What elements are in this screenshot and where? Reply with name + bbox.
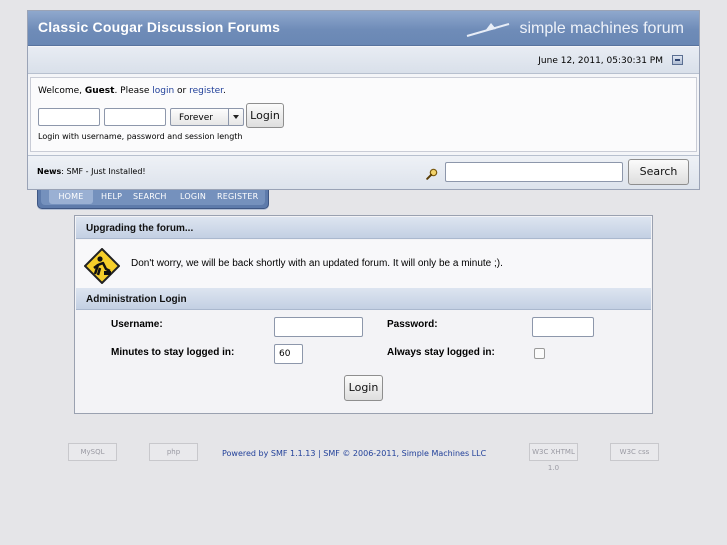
forum-header: Classic Cougar Discussion Forums simple …: [27, 10, 700, 190]
guest-name: Guest: [84, 86, 115, 96]
session-length-select[interactable]: Forever: [170, 108, 244, 126]
tab-search[interactable]: SEARCH: [133, 192, 167, 201]
chevron-down-icon[interactable]: [228, 109, 243, 125]
password-input[interactable]: [532, 317, 594, 337]
always-logged-in-checkbox[interactable]: [534, 348, 545, 359]
tab-help[interactable]: HELP: [101, 192, 122, 201]
welcome-prefix: Welcome,: [38, 86, 85, 96]
forum-title[interactable]: Classic Cougar Discussion Forums: [38, 19, 280, 35]
news-label: News: [37, 167, 62, 176]
login-panel: Welcome, Guest. Please login or register…: [30, 77, 697, 152]
menu-tabs: HOME HELP SEARCH LOGIN REGISTER: [41, 190, 265, 205]
main-menu: HOME HELP SEARCH LOGIN REGISTER: [37, 190, 269, 209]
maintenance-panel: Upgrading the forum... Don't worry, we w…: [74, 215, 653, 414]
upgrade-title: Upgrading the forum...: [76, 217, 651, 239]
news-bar: News: SMF - Just Installed! Search: [28, 155, 699, 189]
construction-warning-icon: [84, 248, 120, 284]
title-bar: Classic Cougar Discussion Forums simple …: [28, 11, 699, 46]
current-date: June 12, 2011, 05:30:31 PM: [538, 56, 663, 66]
minutes-label: Minutes to stay logged in:: [111, 347, 235, 358]
xhtml-badge[interactable]: W3C XHTML 1.0: [529, 443, 578, 472]
news-text: News: SMF - Just Installed!: [37, 167, 146, 176]
welcome-or: or: [174, 86, 190, 96]
admin-login-button[interactable]: Login: [344, 375, 383, 401]
upgrade-message: Don't worry, we will be back shortly wit…: [131, 258, 503, 269]
footer: MySQL php Powered by SMF 1.1.13 | SMF © …: [0, 440, 727, 472]
date-bar: June 12, 2011, 05:30:31 PM: [28, 47, 699, 74]
admin-login-form: Username: Password: Minutes to stay logg…: [76, 311, 651, 411]
always-logged-in-label: Always stay logged in:: [387, 347, 495, 358]
css-badge[interactable]: W3C css: [610, 443, 659, 461]
tab-login[interactable]: LOGIN: [180, 192, 206, 201]
minutes-input[interactable]: 60: [274, 344, 303, 364]
admin-login-title: Administration Login: [76, 288, 651, 310]
collapse-icon[interactable]: [672, 55, 683, 65]
username-input[interactable]: [274, 317, 363, 337]
password-label: Password:: [387, 319, 438, 330]
search-input[interactable]: [445, 162, 623, 182]
session-length-value: Forever: [179, 113, 213, 123]
php-badge[interactable]: php: [149, 443, 198, 461]
smf-logo-icon: [466, 23, 510, 37]
quick-login-button[interactable]: Login: [246, 103, 284, 128]
welcome-period: .: [223, 86, 226, 96]
tab-register[interactable]: REGISTER: [217, 192, 258, 201]
tab-home[interactable]: HOME: [49, 190, 93, 204]
register-link[interactable]: register: [189, 86, 223, 96]
username-label: Username:: [111, 319, 163, 330]
search-button[interactable]: Search: [628, 159, 689, 185]
upgrade-message-row: Don't worry, we will be back shortly wit…: [76, 240, 651, 288]
quick-password-input[interactable]: [104, 108, 166, 126]
powered-by-link[interactable]: Powered by SMF 1.1.13 | SMF © 2006-2011,…: [222, 449, 486, 458]
smf-logo[interactable]: simple machines forum: [520, 20, 685, 38]
quick-username-input[interactable]: [38, 108, 100, 126]
mysql-badge[interactable]: MySQL: [68, 443, 117, 461]
news-content: : SMF - Just Installed!: [61, 167, 146, 176]
welcome-please: . Please: [114, 86, 153, 96]
login-link[interactable]: login: [152, 86, 174, 96]
search-icon: [426, 168, 438, 180]
welcome-message: Welcome, Guest. Please login or register…: [38, 86, 226, 96]
login-hint: Login with username, password and sessio…: [38, 132, 243, 141]
